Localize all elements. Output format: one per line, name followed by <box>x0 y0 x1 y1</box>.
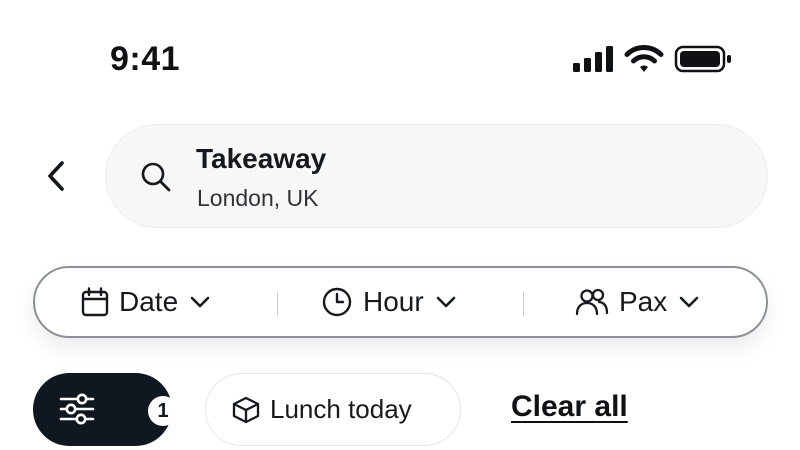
date-selector[interactable]: Date <box>81 268 210 336</box>
search-bar[interactable]: Takeaway London, UK <box>105 124 768 228</box>
filter-count-badge: 1 <box>148 396 178 426</box>
chevron-left-icon <box>48 161 64 191</box>
pax-label: Pax <box>619 286 668 317</box>
pax-selector[interactable]: Pax <box>575 268 699 336</box>
wifi-icon <box>624 44 664 72</box>
people-icon <box>575 288 609 316</box>
chevron-down-icon <box>436 296 456 308</box>
filters-button[interactable]: 1 <box>33 373 178 446</box>
search-title: Takeaway <box>196 143 327 174</box>
search-icon <box>141 162 171 192</box>
battery-icon <box>674 45 731 73</box>
hour-label: Hour <box>363 286 424 317</box>
status-bar: 9:41 <box>0 0 800 120</box>
calendar-icon <box>81 287 109 317</box>
date-label: Date <box>119 286 179 317</box>
booking-selector: Date Hour Pax <box>33 266 768 338</box>
lunch-today-label: Lunch today <box>270 394 412 424</box>
search-location: London, UK <box>197 185 319 211</box>
chevron-down-icon <box>679 296 699 308</box>
hour-selector[interactable]: Hour <box>321 268 456 336</box>
segment-divider <box>277 292 278 316</box>
cellular-signal-icon <box>573 46 613 72</box>
chevron-down-icon <box>190 296 210 308</box>
status-icons <box>572 44 732 74</box>
clock-icon <box>322 287 352 317</box>
segment-divider <box>523 292 524 316</box>
clear-all-link[interactable]: Clear all <box>511 390 628 424</box>
lunch-today-chip[interactable]: Lunch today <box>205 373 461 446</box>
takeaway-box-icon <box>232 396 260 424</box>
sliders-icon <box>59 393 95 425</box>
status-time: 9:41 <box>110 40 181 78</box>
back-button[interactable] <box>36 150 76 202</box>
